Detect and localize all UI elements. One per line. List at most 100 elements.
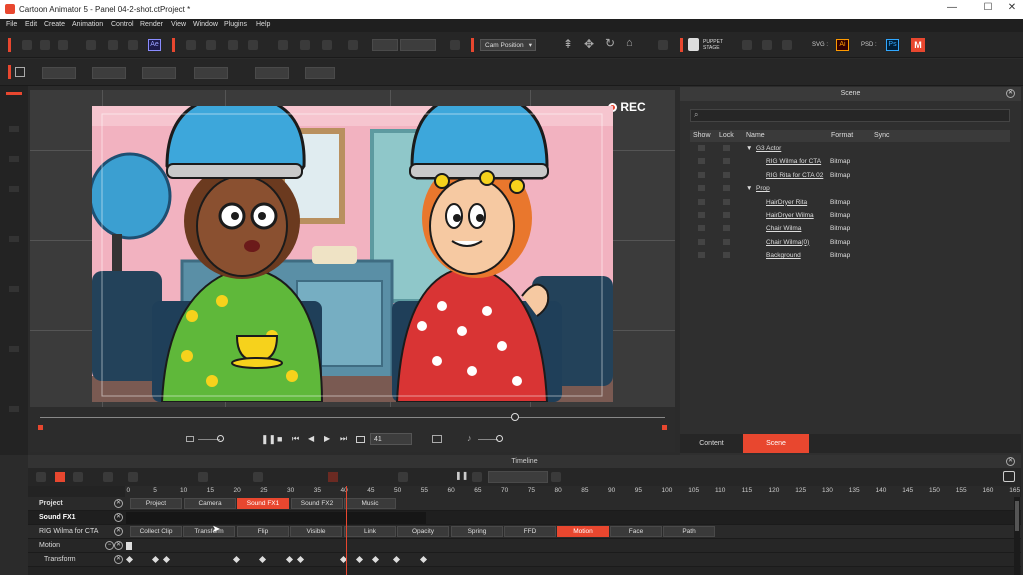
stop-small-icon[interactable] [472,472,482,482]
move-up-icon[interactable]: ⇞ [563,37,573,51]
speed-slider-handle[interactable] [217,435,224,442]
rig-property-button[interactable]: FFD [504,526,556,537]
scene-row[interactable]: Chair Wilma(0) Bitmap [690,236,1010,249]
scene-row-name[interactable]: Background [766,252,801,259]
timeline-playhead[interactable] [345,486,347,575]
col-sync[interactable]: Sync [874,132,890,139]
illustrator-icon[interactable]: Ai [836,39,849,51]
rig-property-button[interactable]: Spring [451,526,503,537]
close-timeline-icon[interactable]: ✕ [1006,457,1015,466]
scene-row-name[interactable]: Chair Wilma [766,225,801,232]
tab-content[interactable]: Content [680,434,743,453]
delete-key-icon[interactable] [55,472,65,482]
key-tool-icon[interactable] [398,472,408,482]
position-y-field[interactable] [92,67,126,79]
lock-toggle[interactable] [723,145,730,151]
rig-property-button[interactable]: Visible [290,526,342,537]
show-toggle[interactable] [698,171,705,178]
keyframe[interactable] [371,555,379,564]
redo-icon[interactable] [248,40,258,50]
scene-row[interactable]: RIG Wilma for CTA Bitmap [690,155,1010,168]
save-icon[interactable] [58,40,68,50]
close-track-icon[interactable]: ✕ [114,499,123,508]
rig-property-button[interactable]: Face [610,526,662,537]
import-icon[interactable] [86,40,96,50]
scrub-track[interactable] [40,417,665,418]
timeline-scrollbar-thumb[interactable] [1015,501,1019,531]
key-tool-icon[interactable] [128,472,138,482]
keyframe[interactable] [125,555,133,564]
minimize-button[interactable]: — [942,2,962,16]
rig-property-button[interactable]: Collect Clip [130,526,182,537]
expand-icon[interactable]: ▼ [746,185,752,192]
lock-toggle[interactable] [723,185,730,192]
search-key-icon[interactable] [551,472,561,482]
menu-help[interactable]: Help [256,21,270,28]
keyframe[interactable] [355,555,363,564]
show-toggle[interactable] [698,145,705,151]
menu-plugins[interactable]: Plugins [224,21,247,28]
move-icon[interactable]: ✥ [584,37,594,51]
scene-row-name[interactable]: HairDryer Rita [766,199,807,206]
scene-row-name[interactable]: HairDryer Wilma [766,212,814,219]
scene-row[interactable]: RIG Rita for CTA 02 Bitmap [690,169,1010,182]
show-toggle[interactable] [698,185,705,192]
frame-number-field[interactable]: 41 [370,433,412,445]
mark-icon[interactable] [328,472,338,482]
col-lock[interactable]: Lock [719,132,734,139]
lock-toggle[interactable] [723,212,730,218]
show-toggle[interactable] [698,238,705,245]
scene-row[interactable]: HairDryer Rita Bitmap [690,196,1010,209]
col-name[interactable]: Name [746,132,765,139]
track-button[interactable]: Sound FX1 [237,498,289,509]
menu-create[interactable]: Create [44,21,65,28]
scene-row[interactable]: ▼ G3 Actor [690,142,1010,155]
link-tool-icon[interactable] [206,40,216,50]
sound-clip-region[interactable] [126,512,426,524]
keyframe[interactable] [259,555,267,564]
strip-icon[interactable] [9,156,19,162]
scene-row[interactable]: HairDryer Wilma Bitmap [690,209,1010,222]
menu-window[interactable]: Window [193,21,218,28]
show-toggle[interactable] [698,252,705,259]
close-panel-icon[interactable]: ✕ [1006,89,1015,98]
pause-small-icon[interactable]: ❚❚ [455,471,468,480]
position-x-field[interactable] [42,67,76,79]
range-start-marker[interactable] [38,425,43,430]
motion-options-icon[interactable]: − [105,541,114,550]
scale-y-field[interactable] [305,67,335,79]
col-show[interactable]: Show [693,132,711,139]
scene-row-name[interactable]: Prop [756,185,770,192]
menu-edit[interactable]: Edit [25,21,37,28]
scrub-handle[interactable] [511,413,519,421]
lock-toggle[interactable] [723,158,730,165]
rotate-icon[interactable]: ↻ [605,36,615,50]
scene-row[interactable]: Chair Wilma Bitmap [690,222,1010,235]
timeline-settings-icon[interactable] [1003,471,1015,482]
fit-view-icon[interactable] [348,40,358,50]
rotation-field[interactable] [194,67,228,79]
audio-slider[interactable] [478,439,498,440]
show-toggle[interactable] [698,212,705,218]
range-end-marker[interactable] [662,425,667,430]
menu-control[interactable]: Control [111,21,134,28]
lock-toggle[interactable] [723,225,730,232]
rig-property-button[interactable]: Motion [557,526,609,537]
new-project-icon[interactable] [22,40,32,50]
rig-property-button[interactable]: Opacity [397,526,449,537]
layer-icon[interactable] [73,472,83,482]
strip-icon[interactable] [9,406,19,412]
tool-icon-b[interactable] [762,40,772,50]
maximize-button[interactable]: ☐ [978,2,998,16]
audio-icon[interactable]: ♪ [467,433,472,443]
track-button[interactable]: Sound FX2 [291,498,343,509]
audio-slider-handle[interactable] [496,435,503,442]
reset-camera-icon[interactable] [450,40,460,50]
close-track-icon[interactable]: ✕ [114,555,123,564]
key-tool-icon[interactable] [253,472,263,482]
rig-property-button[interactable]: Flip [237,526,289,537]
scene-row[interactable]: Background Bitmap [690,249,1010,262]
zoom-value-field[interactable] [400,39,436,51]
keyframe[interactable] [296,555,304,564]
rig-property-button[interactable]: Transform [183,526,235,537]
